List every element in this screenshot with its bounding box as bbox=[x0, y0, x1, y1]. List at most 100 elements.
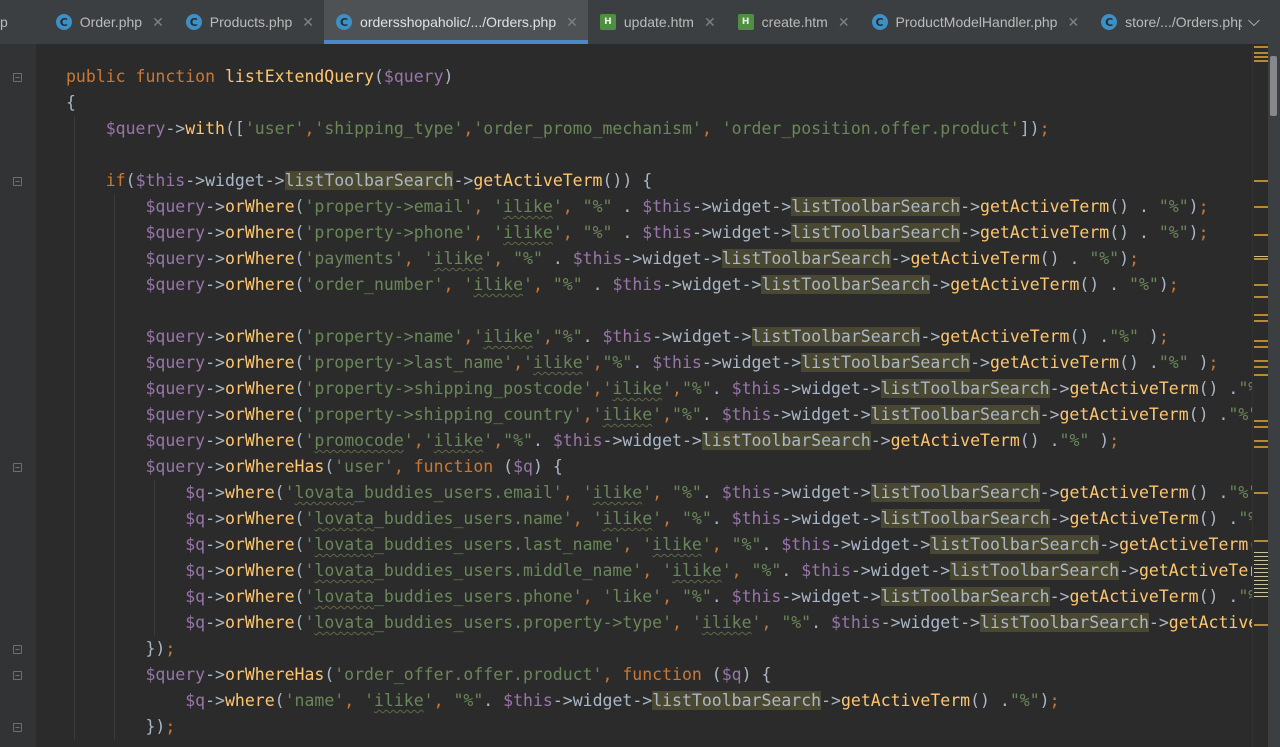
stripe-marker[interactable] bbox=[1254, 180, 1268, 182]
stripe-marker[interactable] bbox=[1254, 584, 1268, 585]
stripe-marker[interactable] bbox=[1254, 284, 1268, 286]
fold-icon[interactable]: − bbox=[13, 645, 22, 654]
fold-icon[interactable]: − bbox=[13, 463, 22, 472]
editor-tab-0[interactable]: p bbox=[0, 0, 44, 44]
editor-tab-1[interactable]: C Order.php ✕ bbox=[44, 0, 174, 44]
fold-icon[interactable]: − bbox=[13, 177, 22, 186]
editor-tab-bar: p C Order.php ✕ C Products.php ✕ Cordersshopaho… bbox=[0, 0, 1280, 45]
close-icon[interactable]: ✕ bbox=[838, 14, 850, 31]
editor-tab-4[interactable]: Hupdate.htm ✕ bbox=[588, 0, 726, 44]
php-file-icon: C bbox=[185, 14, 202, 30]
htm-file-icon: H bbox=[599, 14, 616, 30]
code-line[interactable]: public function listExtendQuery($query) bbox=[66, 64, 453, 90]
code-line[interactable]: $query->orWhere('promocode','ilike',"%".… bbox=[66, 428, 1119, 454]
stripe-marker[interactable] bbox=[1254, 320, 1268, 322]
stripe-marker[interactable] bbox=[1254, 46, 1268, 48]
code-line[interactable]: }); bbox=[66, 714, 175, 740]
editor-tab-label: update.htm bbox=[623, 14, 694, 30]
stripe-marker[interactable] bbox=[1254, 540, 1268, 542]
code-line[interactable]: $query->orWhere('property->email', 'ilik… bbox=[66, 194, 1209, 220]
code-line[interactable]: $query->orWhere('payments', 'ilike', "%"… bbox=[66, 246, 1139, 272]
code-line[interactable]: $query->orWhere('property->shipping_coun… bbox=[66, 402, 1252, 428]
stripe-marker[interactable] bbox=[1254, 572, 1268, 573]
code-editor[interactable]: public function listExtendQuery($query){… bbox=[36, 64, 1252, 747]
code-line[interactable]: $q->orWhere('lovata_buddies_users.phone'… bbox=[66, 584, 1252, 610]
stripe-marker[interactable] bbox=[1254, 374, 1268, 376]
stripe-marker[interactable] bbox=[1254, 568, 1268, 569]
stripe-marker[interactable] bbox=[1254, 492, 1268, 494]
stripe-marker[interactable] bbox=[1254, 580, 1268, 581]
stripe-marker[interactable] bbox=[1254, 556, 1268, 557]
close-icon[interactable]: ✕ bbox=[566, 14, 578, 31]
stripe-marker[interactable] bbox=[1254, 346, 1268, 348]
code-line[interactable]: if($this->widget->listToolbarSearch->get… bbox=[66, 168, 652, 194]
editor-tab-label: p bbox=[0, 14, 8, 30]
php-file-icon: C bbox=[55, 14, 72, 30]
php-file-icon: C bbox=[871, 14, 888, 30]
ide-window: p C Order.php ✕ C Products.php ✕ Cordersshopaho… bbox=[0, 0, 1280, 747]
stripe-marker[interactable] bbox=[1254, 296, 1268, 298]
php-file-icon: C bbox=[336, 14, 353, 30]
close-icon[interactable]: ✕ bbox=[704, 14, 716, 31]
stripe-marker[interactable] bbox=[1254, 52, 1268, 54]
code-line[interactable]: $query->orWhere('order_number', 'ilike',… bbox=[66, 272, 1179, 298]
code-line[interactable]: $q->where('name', 'ilike', "%". $this->w… bbox=[66, 688, 1060, 714]
stripe-marker[interactable] bbox=[1254, 576, 1268, 577]
tool-window-label[interactable] bbox=[1270, 56, 1277, 116]
stripe-marker[interactable] bbox=[1254, 624, 1268, 626]
stripe-marker[interactable] bbox=[1254, 366, 1268, 368]
stripe-marker[interactable] bbox=[1254, 596, 1268, 597]
stripe-marker[interactable] bbox=[1254, 56, 1268, 58]
stripe-marker[interactable] bbox=[1254, 258, 1268, 260]
code-line[interactable]: $query->with(['user','shipping_type','or… bbox=[66, 116, 1050, 142]
stripe-marker[interactable] bbox=[1254, 420, 1268, 422]
code-line[interactable]: }); bbox=[66, 636, 175, 662]
editor-tab-2[interactable]: C Products.php ✕ bbox=[174, 0, 324, 44]
close-icon[interactable]: ✕ bbox=[1067, 14, 1079, 31]
code-line[interactable]: $q->orWhere('lovata_buddies_users.name',… bbox=[66, 506, 1252, 532]
stripe-marker[interactable] bbox=[1254, 552, 1268, 553]
editor-tab-5[interactable]: Hcreate.htm ✕ bbox=[726, 0, 860, 44]
editor-tab-label: ProductModelHandler.php bbox=[895, 14, 1058, 30]
stripe-marker[interactable] bbox=[1254, 314, 1268, 316]
editor-tab-7[interactable]: Cstore/.../Orders.php bbox=[1089, 0, 1256, 44]
stripe-marker[interactable] bbox=[1254, 446, 1268, 448]
close-icon[interactable]: ✕ bbox=[302, 14, 314, 31]
stripe-marker[interactable] bbox=[1254, 560, 1268, 561]
stripe-marker[interactable] bbox=[1254, 60, 1268, 62]
code-line[interactable]: $q->orWhere('lovata_buddies_users.proper… bbox=[66, 610, 1252, 636]
code-line[interactable]: $q->orWhere('lovata_buddies_users.last_n… bbox=[66, 532, 1252, 558]
stripe-marker[interactable] bbox=[1254, 206, 1268, 208]
code-line[interactable]: $query->orWhere('property->phone', 'ilik… bbox=[66, 220, 1209, 246]
editor-tab-6[interactable]: C ProductModelHandler.php ✕ bbox=[860, 0, 1090, 44]
editor-tab-label: store/.../Orders.php bbox=[1125, 14, 1246, 30]
stripe-marker[interactable] bbox=[1254, 340, 1268, 342]
stripe-marker[interactable] bbox=[1254, 426, 1268, 428]
code-line[interactable]: $q->orWhere('lovata_buddies_users.middle… bbox=[66, 558, 1252, 584]
code-line[interactable]: $query->orWhere('property->name','ilike'… bbox=[66, 324, 1169, 350]
editor-tab-label: Products.php bbox=[209, 14, 293, 30]
fold-icon[interactable]: − bbox=[13, 723, 22, 732]
fold-icon[interactable]: − bbox=[13, 671, 22, 680]
code-line[interactable]: $query->orWhereHas('user', function ($q)… bbox=[66, 454, 562, 480]
fold-icon[interactable]: − bbox=[13, 73, 22, 82]
stripe-marker[interactable] bbox=[1254, 256, 1268, 257]
stripe-marker[interactable] bbox=[1254, 234, 1268, 236]
code-line[interactable]: $query->orWhere('property->shipping_post… bbox=[66, 376, 1252, 402]
code-line[interactable]: { bbox=[66, 90, 76, 116]
stripe-marker[interactable] bbox=[1254, 360, 1268, 362]
editor-tab-3[interactable]: Cordersshopaholic/.../Orders.php ✕ bbox=[324, 0, 588, 44]
code-line[interactable]: $query->orWhereHas('order_offer.offer.pr… bbox=[66, 662, 771, 688]
right-tool-sidebar[interactable] bbox=[1268, 44, 1280, 747]
stripe-marker[interactable] bbox=[1254, 592, 1268, 593]
stripe-marker[interactable] bbox=[1254, 588, 1268, 589]
code-line[interactable]: $query->orWhere('property->last_name','i… bbox=[66, 350, 1218, 376]
stripe-marker[interactable] bbox=[1254, 440, 1268, 442]
editor-tab-label: create.htm bbox=[761, 14, 828, 30]
editor-gutter[interactable]: − − − − − − bbox=[0, 44, 36, 747]
close-icon[interactable]: ✕ bbox=[152, 14, 164, 31]
htm-file-icon: H bbox=[737, 14, 754, 30]
code-line[interactable]: $q->where('lovata_buddies_users.email', … bbox=[66, 480, 1252, 506]
stripe-marker[interactable] bbox=[1254, 564, 1268, 565]
chevron-down-icon[interactable]: ⌵ bbox=[1241, 0, 1260, 44]
